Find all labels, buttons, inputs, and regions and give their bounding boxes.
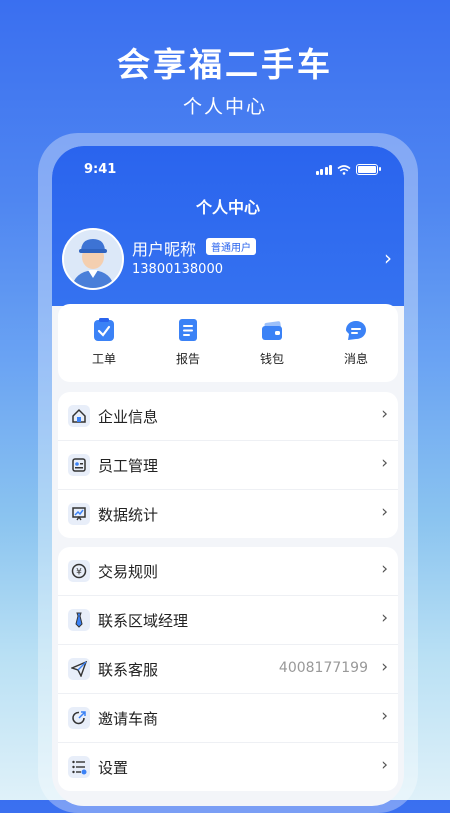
profile-row[interactable]: 用户昵称 普通用户 13800138000 ›	[62, 228, 392, 290]
chevron-right-icon: ›	[381, 706, 388, 726]
menu-label: 数据统计	[98, 506, 159, 524]
quick-action-report[interactable]: 报告	[148, 318, 228, 367]
message-icon	[346, 321, 366, 340]
chart-icon	[68, 503, 90, 525]
menu-item-contact-manager[interactable]: 联系区域经理 ›	[58, 596, 398, 645]
menu-label: 联系区域经理	[98, 612, 189, 630]
signal-icon	[315, 164, 332, 175]
wallet-icon	[262, 321, 282, 340]
battery-icon	[356, 164, 381, 175]
quick-action-wallet[interactable]: 钱包	[232, 318, 312, 367]
menu-label: 设置	[98, 759, 129, 777]
staff-card-icon	[68, 454, 90, 476]
chevron-right-icon: ›	[381, 453, 388, 473]
menu-label: 交易规则	[98, 563, 159, 581]
avatar[interactable]	[62, 228, 124, 290]
menu-card-service: ¥ 交易规则 › 联系区域经理 › 联系客服 4008177199 › 邀请车商	[58, 547, 398, 791]
promo-title: 会享福二手车	[117, 45, 333, 84]
menu-label: 员工管理	[98, 457, 159, 475]
quick-action-label: 钱包	[259, 352, 284, 366]
page-title: 个人中心	[195, 198, 260, 217]
menu-item-invite-dealer[interactable]: 邀请车商 ›	[58, 694, 398, 743]
yuan-icon: ¥	[68, 560, 90, 582]
quick-action-message[interactable]: 消息	[316, 318, 396, 367]
phone-screen: 9:41 个人中心 用户昵称 普通用户 13800138000 › 工单 报告 …	[52, 146, 404, 806]
settings-list-icon	[68, 756, 90, 778]
menu-item-staff-management[interactable]: 员工管理 ›	[58, 441, 398, 490]
send-icon	[68, 658, 90, 680]
status-icons	[315, 164, 381, 175]
quick-action-work-order[interactable]: 工单	[64, 318, 144, 367]
home-icon	[68, 405, 90, 427]
menu-item-settings[interactable]: 设置 ›	[58, 743, 398, 791]
quick-actions-card: 工单 报告 钱包 消息	[58, 304, 398, 382]
menu-card-business: 企业信息 › 员工管理 › 数据统计 ›	[58, 392, 398, 538]
menu-label: 邀请车商	[98, 710, 159, 728]
chevron-right-icon: ›	[381, 657, 388, 677]
quick-action-label: 工单	[91, 352, 116, 366]
tie-icon	[68, 609, 90, 631]
phone-number: 13800138000	[132, 262, 223, 277]
chevron-right-icon: ›	[381, 755, 388, 775]
quick-action-label: 报告	[175, 352, 200, 366]
status-time: 9:41	[84, 162, 117, 177]
svg-text:¥: ¥	[76, 568, 82, 578]
chevron-right-icon: ›	[381, 608, 388, 628]
chevron-right-icon: ›	[381, 404, 388, 424]
report-icon	[179, 319, 197, 341]
invite-icon	[68, 707, 90, 729]
chevron-right-icon[interactable]: ›	[384, 246, 392, 270]
chevron-right-icon: ›	[381, 502, 388, 522]
user-level-badge: 普通用户	[206, 238, 256, 255]
quick-action-label: 消息	[343, 352, 368, 366]
wifi-icon	[337, 164, 351, 175]
service-phone-number[interactable]: 4008177199	[279, 660, 368, 676]
nickname: 用户昵称	[132, 240, 197, 259]
menu-item-data-statistics[interactable]: 数据统计 ›	[58, 490, 398, 538]
promo-subtitle: 个人中心	[182, 96, 267, 118]
profile-header: 9:41 个人中心 用户昵称 普通用户 13800138000 ›	[52, 146, 404, 306]
menu-label: 企业信息	[98, 408, 159, 426]
menu-item-customer-service[interactable]: 联系客服 4008177199 ›	[58, 645, 398, 694]
menu-label: 联系客服	[98, 661, 159, 679]
menu-item-trade-rules[interactable]: ¥ 交易规则 ›	[58, 547, 398, 596]
chevron-right-icon: ›	[381, 559, 388, 579]
menu-item-company-info[interactable]: 企业信息 ›	[58, 392, 398, 441]
work-order-icon	[94, 318, 114, 341]
